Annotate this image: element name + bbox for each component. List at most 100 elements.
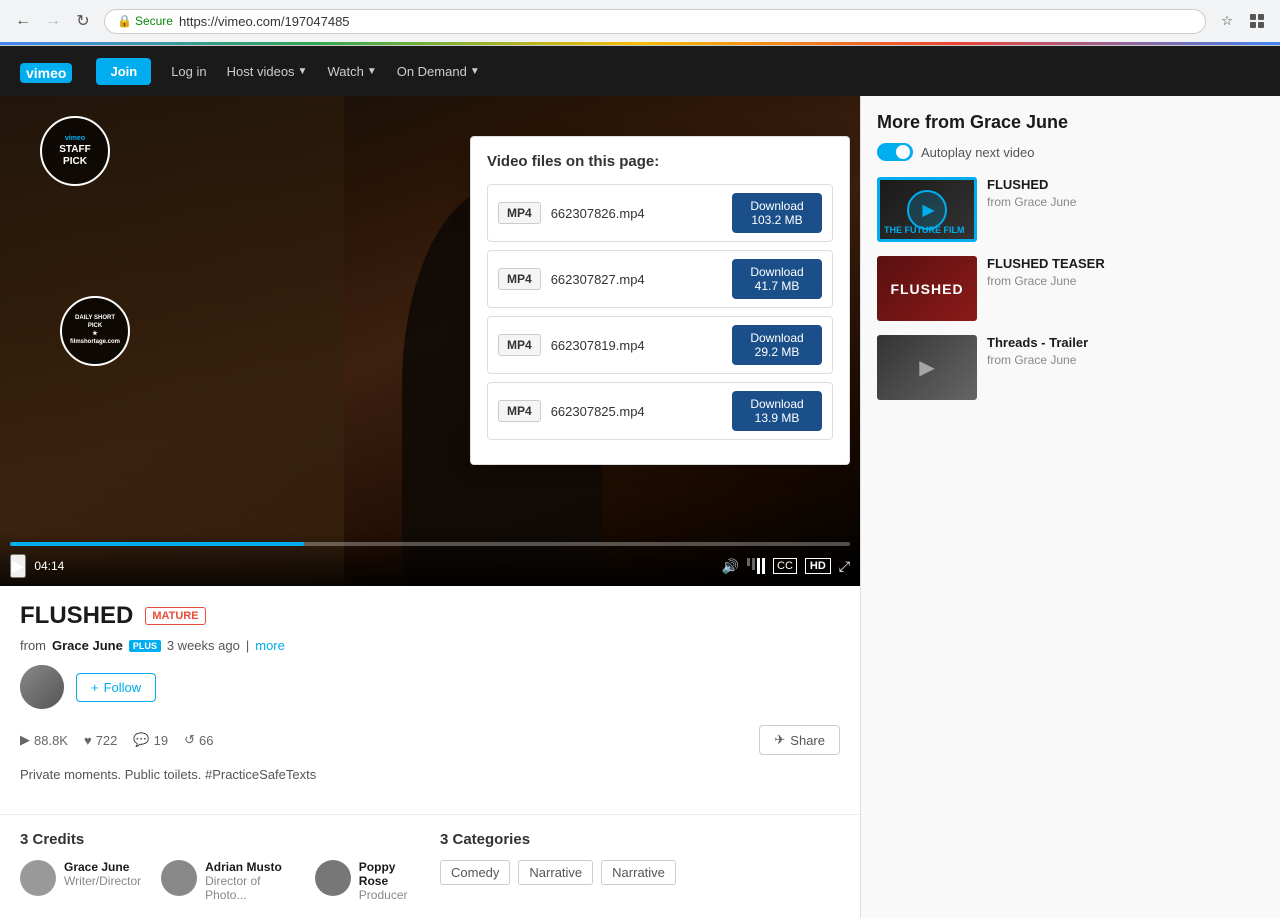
sidebar-video-author-2: from Grace June — [987, 353, 1264, 367]
more-link[interactable]: more — [255, 638, 285, 653]
format-badge-1: MP4 — [498, 268, 541, 290]
back-button[interactable]: ← — [10, 8, 36, 34]
watch-link[interactable]: Watch ▼ — [327, 64, 376, 79]
time-display: 04:14 — [34, 559, 64, 573]
download-button-3[interactable]: Download13.9 MB — [732, 391, 822, 431]
staff-pick-badge: vimeo STAFFPICK — [40, 116, 110, 186]
download-button-2[interactable]: Download29.2 MB — [732, 325, 822, 365]
comments-stat: 💬 19 — [133, 732, 168, 748]
on-demand-chevron-icon: ▼ — [470, 66, 480, 77]
download-button-1[interactable]: Download41.7 MB — [732, 259, 822, 299]
download-row-1: MP4 662307827.mp4 Download41.7 MB — [487, 250, 833, 308]
category-tag-narrative-2[interactable]: Narrative — [601, 860, 676, 885]
credit-item-0: Grace June Writer/Director — [20, 860, 141, 902]
sidebar-video-author-1: from Grace June — [987, 274, 1264, 288]
download-button-0[interactable]: Download103.2 MB — [732, 193, 822, 233]
follow-button[interactable]: + Follow — [76, 673, 156, 702]
play-icon: ▶ — [20, 732, 30, 748]
credit-avatar-2 — [315, 860, 351, 896]
heart-icon: ♥ — [84, 733, 92, 748]
video-player[interactable]: vimeo STAFFPICK DAILY SHORTPICK★filmshor… — [0, 96, 860, 586]
join-button[interactable]: Join — [96, 58, 151, 85]
meta-row: from Grace June PLUS 3 weeks ago | more — [20, 638, 840, 653]
reload-button[interactable]: ↻ — [70, 8, 96, 34]
category-tag-comedy[interactable]: Comedy — [440, 860, 510, 885]
main-content: vimeo STAFFPICK DAILY SHORTPICK★filmshor… — [0, 96, 1280, 918]
share-button[interactable]: ✈ Share — [759, 725, 840, 755]
credit-name-2: Poppy Rose — [359, 860, 420, 888]
sidebar-video-item-0[interactable]: ▶ THE FUTURE FILM FLUSHED from Grace Jun… — [877, 177, 1264, 242]
stats-row: ▶ 88.8K ♥ 722 💬 19 ↺ 66 ✈ Share — [20, 725, 840, 755]
forward-button[interactable]: → — [40, 8, 66, 34]
vimeo-logo-text: vimeo — [20, 63, 72, 83]
filename-2: 662307819.mp4 — [551, 338, 722, 353]
volume-icon[interactable]: 🔊 — [722, 558, 739, 575]
hd-badge: HD — [805, 558, 831, 574]
browser-actions: ☆ — [1214, 8, 1270, 34]
categories-section: 3 Categories Comedy Narrative Narrative — [440, 831, 840, 902]
plus-badge: PLUS — [129, 640, 161, 652]
category-tags: Comedy Narrative Narrative — [440, 860, 840, 885]
secure-indicator: 🔒 Secure — [117, 14, 173, 28]
format-badge-3: MP4 — [498, 400, 541, 422]
sidebar-thumb-0: ▶ THE FUTURE FILM — [877, 177, 977, 242]
progress-fill — [10, 542, 304, 546]
posted-time: 3 weeks ago — [167, 638, 240, 653]
vimeo-logo: vimeo — [20, 58, 76, 84]
author-name: Grace June — [52, 638, 123, 653]
sidebar-thumb-1: FLUSHED — [877, 256, 977, 321]
cc-button[interactable]: CC — [773, 558, 797, 574]
video-info: FLUSHED MATURE from Grace June PLUS 3 we… — [0, 586, 860, 814]
title-row: FLUSHED MATURE — [20, 602, 840, 630]
fullscreen-button[interactable]: ⤢ — [839, 558, 850, 575]
on-demand-link[interactable]: On Demand ▼ — [397, 64, 480, 79]
sidebar-video-item-2[interactable]: ▶ Threads - Trailer from Grace June — [877, 335, 1264, 400]
download-row-3: MP4 662307825.mp4 Download13.9 MB — [487, 382, 833, 440]
credit-info-0: Grace June Writer/Director — [64, 860, 141, 888]
avatar-follow-row: + Follow — [20, 665, 840, 709]
bookmark-button[interactable]: ☆ — [1214, 8, 1240, 34]
sidebar-thumb-2: ▶ — [877, 335, 977, 400]
reposts-stat: ↺ 66 — [184, 732, 213, 748]
browser-toolbar: ← → ↻ 🔒 Secure https://vimeo.com/1970474… — [0, 0, 1280, 42]
credit-role-0: Writer/Director — [64, 874, 141, 888]
filename-0: 662307826.mp4 — [551, 206, 722, 221]
sidebar-video-title-2: Threads - Trailer — [987, 335, 1264, 350]
toggle-thumb — [896, 145, 910, 159]
vimeo-label: vimeo — [65, 135, 85, 142]
credit-role-2: Producer — [359, 888, 420, 902]
credit-info-1: Adrian Musto Director of Photo... — [205, 860, 295, 902]
controls-row: ▶ 04:14 🔊 CC HD ⤢ — [10, 554, 850, 578]
download-overlay: Video files on this page: MP4 662307826.… — [470, 136, 850, 465]
sidebar-header: More from Grace June — [877, 112, 1264, 133]
sidebar-video-info-0: FLUSHED from Grace June — [987, 177, 1264, 242]
login-link[interactable]: Log in — [171, 64, 206, 79]
sidebar-video-info-2: Threads - Trailer from Grace June — [987, 335, 1264, 400]
url-bar[interactable]: 🔒 Secure https://vimeo.com/197047485 — [104, 9, 1206, 34]
play-button[interactable]: ▶ — [10, 554, 26, 578]
progress-bar[interactable] — [10, 542, 850, 546]
right-sidebar: More from Grace June Autoplay next video… — [860, 96, 1280, 918]
credits-title: 3 Credits — [20, 831, 420, 848]
host-chevron-icon: ▼ — [298, 66, 308, 77]
lock-icon: 🔒 — [117, 14, 132, 28]
autoplay-toggle[interactable] — [877, 143, 913, 161]
credit-avatar-0 — [20, 860, 56, 896]
likes-stat: ♥ 722 — [84, 733, 117, 748]
filename-1: 662307827.mp4 — [551, 272, 722, 287]
sidebar-video-title-0: FLUSHED — [987, 177, 1264, 192]
vimeo-navbar: vimeo Join Log in Host videos ▼ Watch ▼ … — [0, 46, 1280, 96]
nav-buttons: ← → ↻ — [10, 8, 96, 34]
follow-plus-icon: + — [91, 680, 99, 695]
category-tag-narrative-1[interactable]: Narrative — [518, 860, 593, 885]
host-videos-link[interactable]: Host videos ▼ — [227, 64, 308, 79]
browser-progress-bar — [0, 42, 1280, 45]
sidebar-video-title-1: FLUSHED TEASER — [987, 256, 1264, 271]
extensions-button[interactable] — [1244, 8, 1270, 34]
format-badge-0: MP4 — [498, 202, 541, 224]
filename-3: 662307825.mp4 — [551, 404, 722, 419]
sidebar-video-item-1[interactable]: FLUSHED FLUSHED TEASER from Grace June — [877, 256, 1264, 321]
download-row-2: MP4 662307819.mp4 Download29.2 MB — [487, 316, 833, 374]
repost-icon: ↺ — [184, 732, 195, 748]
download-row-0: MP4 662307826.mp4 Download103.2 MB — [487, 184, 833, 242]
